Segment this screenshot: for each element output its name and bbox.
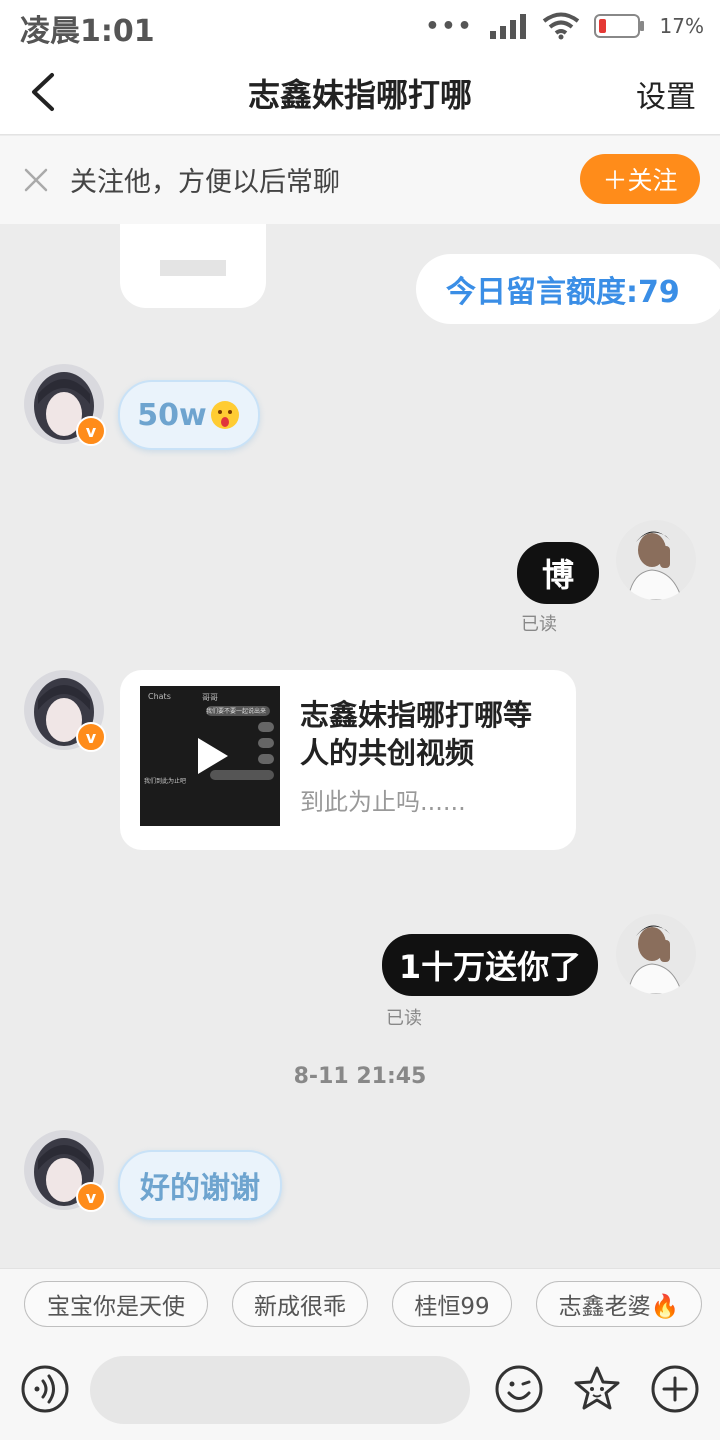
outgoing-bubble[interactable]: 博 (517, 542, 599, 604)
avatar-self[interactable] (616, 914, 696, 994)
read-status: 已读 (521, 614, 557, 635)
quick-reply-chip[interactable]: 新成很乖 (232, 1281, 368, 1327)
avatar-self[interactable] (616, 520, 696, 600)
follow-banner-text: 关注他，方便以后常聊 (70, 167, 340, 198)
message-text: 50w (137, 397, 207, 433)
follow-banner: 关注他，方便以后常聊 ＋关注 (0, 136, 720, 224)
add-icon[interactable] (650, 1364, 700, 1414)
more-dots-icon: ••• (425, 13, 474, 39)
video-card-subtitle: 到此为止吗...... (300, 788, 466, 816)
incoming-bubble[interactable]: 50w (118, 380, 260, 450)
shared-video-card[interactable]: Chats 哥哥 我们要不要一起说出来 我们到此为止吧 志鑫妹指哪打哪等人的共创… (120, 670, 576, 850)
page-title: 志鑫妹指哪打哪 (247, 76, 472, 114)
nav-bar: 志鑫妹指哪打哪 设置 (0, 52, 720, 135)
quick-reply-chip[interactable]: 桂恒99 (392, 1281, 512, 1327)
emoji-icon (210, 401, 239, 429)
status-time: 凌晨1:01 (20, 14, 155, 49)
video-thumbnail[interactable]: Chats 哥哥 我们要不要一起说出来 我们到此为止吧 (140, 686, 280, 826)
battery-icon (593, 14, 644, 38)
emoji-icon[interactable] (494, 1364, 544, 1414)
thumb-chat-line: 我们到此为止吧 (144, 778, 187, 785)
settings-button[interactable]: 设置 (636, 72, 696, 116)
signal-icon (489, 14, 526, 39)
avatar-image (616, 520, 696, 600)
voice-icon[interactable] (20, 1364, 70, 1414)
thumb-chat-line (258, 738, 274, 748)
close-icon[interactable] (22, 166, 50, 194)
verified-badge-icon: v (76, 416, 106, 446)
follow-button[interactable]: ＋关注 (580, 154, 700, 204)
thumb-chat-line (258, 754, 274, 764)
card-thumbnail (160, 260, 226, 276)
partial-message-card[interactable] (120, 224, 266, 308)
battery-percent: 17% (659, 14, 704, 38)
verified-badge-icon: v (76, 1182, 106, 1212)
avatar-image (616, 914, 696, 994)
wifi-icon (542, 12, 579, 40)
quick-reply-bar: 宝宝你是天使 新成很乖 桂恒99 志鑫老婆🔥 (0, 1268, 720, 1341)
thumb-chat-line (258, 722, 274, 732)
quick-reply-chip[interactable]: 宝宝你是天使 (24, 1281, 208, 1327)
message-timestamp: 8-11 21:45 (293, 1064, 427, 1089)
thumb-chat-line: 我们要不要一起说出来 (206, 706, 270, 716)
sticker-star-icon[interactable] (572, 1364, 622, 1414)
message-input[interactable] (90, 1356, 470, 1424)
thumb-header-left: Chats (148, 692, 171, 701)
status-icons: ••• 17% (425, 10, 704, 42)
play-icon[interactable] (194, 736, 230, 776)
incoming-bubble[interactable]: 好的谢谢 (118, 1150, 282, 1220)
outgoing-bubble[interactable]: 1十万送你了 (382, 934, 598, 996)
video-card-title: 志鑫妹指哪打哪等人的共创视频 (300, 698, 533, 770)
thumb-header-center: 哥哥 (202, 693, 218, 702)
status-bar: 凌晨1:01 ••• 17% (0, 0, 720, 52)
verified-badge-icon: v (76, 722, 106, 752)
message-input-bar (0, 1340, 720, 1440)
message-quota-badge: 今日留言额度:79 (416, 254, 720, 324)
read-status: 已读 (386, 1008, 422, 1029)
quick-reply-chip[interactable]: 志鑫老婆🔥 (536, 1281, 702, 1327)
